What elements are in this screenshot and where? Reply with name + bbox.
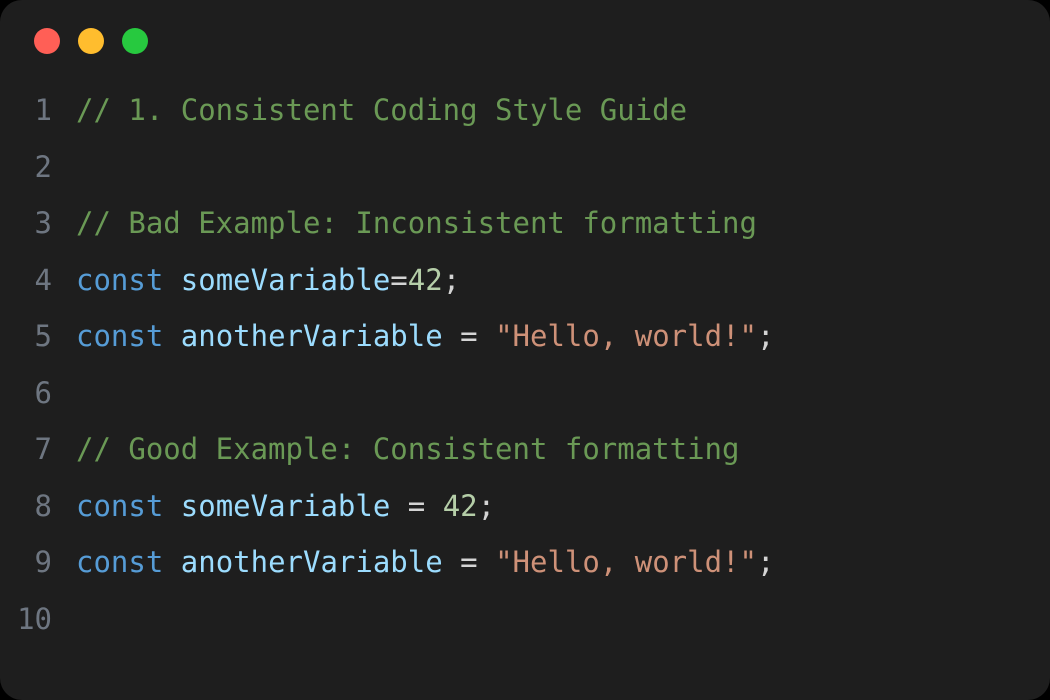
code-editor[interactable]: 1// 1. Consistent Coding Style Guide23//…: [0, 64, 1050, 700]
line-number: 9: [0, 534, 76, 591]
token: // 1. Consistent Coding Style Guide: [76, 93, 687, 127]
code-line[interactable]: 10: [0, 591, 1050, 648]
token: =: [443, 319, 495, 353]
token: someVariable: [181, 489, 391, 523]
code-content[interactable]: // Bad Example: Inconsistent formatting: [76, 195, 1050, 252]
line-number: 1: [0, 82, 76, 139]
code-line[interactable]: 7// Good Example: Consistent formatting: [0, 421, 1050, 478]
titlebar: [0, 0, 1050, 64]
code-content[interactable]: const someVariable = 42;: [76, 478, 1050, 535]
code-line[interactable]: 5const anotherVariable = "Hello, world!"…: [0, 308, 1050, 365]
line-number: 5: [0, 308, 76, 365]
token: ;: [757, 545, 774, 579]
code-line[interactable]: 9const anotherVariable = "Hello, world!"…: [0, 534, 1050, 591]
token: "Hello, world!": [495, 319, 757, 353]
line-number: 10: [0, 591, 76, 648]
line-number: 2: [0, 139, 76, 196]
code-content[interactable]: const someVariable=42;: [76, 252, 1050, 309]
token: // Good Example: Consistent formatting: [76, 432, 739, 466]
code-line[interactable]: 6: [0, 365, 1050, 422]
token: ;: [757, 319, 774, 353]
code-content[interactable]: // Good Example: Consistent formatting: [76, 421, 1050, 478]
line-number: 4: [0, 252, 76, 309]
code-line[interactable]: 4const someVariable=42;: [0, 252, 1050, 309]
token: =: [443, 545, 495, 579]
code-content[interactable]: const anotherVariable = "Hello, world!";: [76, 534, 1050, 591]
token: const: [76, 263, 163, 297]
code-line[interactable]: 8const someVariable = 42;: [0, 478, 1050, 535]
line-number: 3: [0, 195, 76, 252]
line-number: 6: [0, 365, 76, 422]
minimize-icon[interactable]: [78, 28, 104, 54]
code-content[interactable]: const anotherVariable = "Hello, world!";: [76, 308, 1050, 365]
token: [163, 263, 180, 297]
code-line[interactable]: 3// Bad Example: Inconsistent formatting: [0, 195, 1050, 252]
token: anotherVariable: [181, 545, 443, 579]
code-content[interactable]: // 1. Consistent Coding Style Guide: [76, 82, 1050, 139]
code-line[interactable]: 2: [0, 139, 1050, 196]
maximize-icon[interactable]: [122, 28, 148, 54]
line-number: 7: [0, 421, 76, 478]
token: ;: [443, 263, 460, 297]
token: =: [390, 263, 407, 297]
token: const: [76, 319, 163, 353]
token: "Hello, world!": [495, 545, 757, 579]
editor-window: 1// 1. Consistent Coding Style Guide23//…: [0, 0, 1050, 700]
token: // Bad Example: Inconsistent formatting: [76, 206, 757, 240]
token: const: [76, 489, 163, 523]
close-icon[interactable]: [34, 28, 60, 54]
token: [163, 319, 180, 353]
token: const: [76, 545, 163, 579]
line-number: 8: [0, 478, 76, 535]
token: ;: [478, 489, 495, 523]
token: [163, 545, 180, 579]
token: 42: [408, 263, 443, 297]
token: anotherVariable: [181, 319, 443, 353]
token: =: [390, 489, 442, 523]
token: [163, 489, 180, 523]
code-line[interactable]: 1// 1. Consistent Coding Style Guide: [0, 82, 1050, 139]
token: someVariable: [181, 263, 391, 297]
token: 42: [443, 489, 478, 523]
